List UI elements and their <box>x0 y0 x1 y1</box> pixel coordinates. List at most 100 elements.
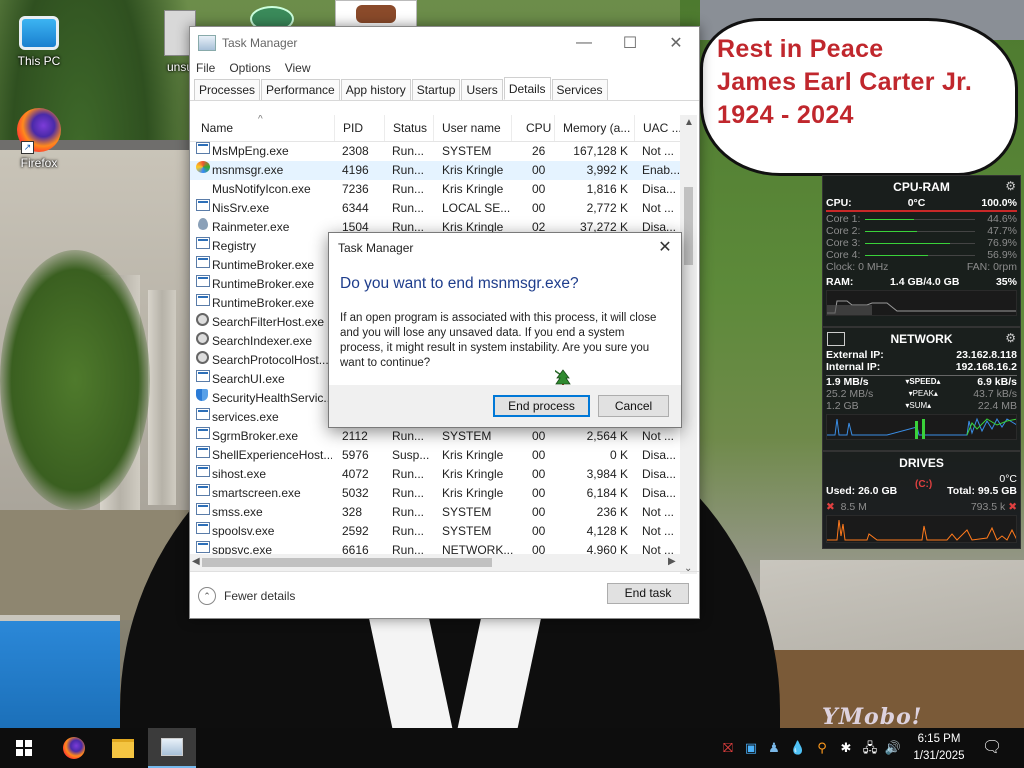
table-row[interactable]: msnmsgr.exe 4196 Run... Kris Kringle 00 3,992… <box>190 161 680 180</box>
desktop-icon-label: This PC <box>17 54 61 68</box>
scroll-right-icon[interactable]: ▶ <box>668 556 676 567</box>
window-icon <box>196 522 210 534</box>
tab-performance[interactable]: Performance <box>261 79 340 100</box>
scroll-up-icon[interactable]: ▲ <box>684 117 694 128</box>
desktop-icon-partial-reindeer[interactable] <box>335 0 417 28</box>
column-pid[interactable]: PID <box>335 115 385 141</box>
table-row[interactable]: MsMpEng.exe 2308 Run... SYSTEM 26 167,128 K No… <box>190 142 680 161</box>
memorial-line-2: James Earl Carter Jr. <box>717 68 973 96</box>
tab-users[interactable]: Users <box>461 79 503 100</box>
write-speed: 793.5 k <box>970 501 1006 513</box>
window-icon <box>196 541 210 553</box>
column-uac[interactable]: UAC ... <box>635 115 680 141</box>
menu-file[interactable]: File <box>196 58 215 78</box>
search-icon[interactable]: ⚲ <box>813 739 831 757</box>
tray-people-icon[interactable]: ♟ <box>765 739 783 757</box>
desktop-icon-firefox[interactable]: ↗ Firefox <box>4 108 74 170</box>
tray-monitor-icon[interactable]: ▣ <box>742 739 760 757</box>
scroll-thumb[interactable] <box>202 558 492 567</box>
start-button[interactable] <box>0 728 48 768</box>
menu-options[interactable]: Options <box>229 58 270 78</box>
sum-down: 1.2 GB <box>826 400 859 412</box>
read-speed: 8.5 M <box>840 501 867 513</box>
cell-mem: 2,564 K <box>586 429 628 443</box>
core-label: Core 2: <box>826 225 861 237</box>
fewer-details-button[interactable]: ⌃ Fewer details <box>198 587 295 605</box>
end-process-button[interactable]: End process <box>493 395 590 417</box>
table-row[interactable]: NisSrv.exe 6344 Run... LOCAL SE... 00 2,772 K… <box>190 199 680 218</box>
drive-graph <box>826 515 1017 543</box>
table-row[interactable]: sihost.exe 4072 Run... Kris Kringle 00 3,984 … <box>190 465 680 484</box>
tab-details[interactable]: Details <box>503 77 551 100</box>
notifications-icon[interactable]: 🗨 <box>982 739 1002 757</box>
table-row[interactable]: ShellExperienceHost.... 5976 Susp... Kris K… <box>190 446 680 465</box>
network-gadget[interactable]: ⚙ NETWORK External IP: 23.162.8.118 Inte… <box>822 327 1021 451</box>
tab-app-history[interactable]: App history <box>340 79 411 100</box>
cell-cpu: 00 <box>532 486 546 500</box>
close-icon[interactable]: ✕ <box>649 233 681 263</box>
taskbar-file-explorer[interactable] <box>99 728 147 768</box>
cell-user: LOCAL SE... <box>442 201 511 215</box>
cell-cpu: 00 <box>532 448 546 462</box>
taskbar-firefox[interactable] <box>50 728 98 768</box>
core-list: Core 1: 44.6% Core 2: 47.7% Core 3: 76.9% Core… <box>823 213 1020 261</box>
gear-icon[interactable]: ⚙ <box>1005 331 1016 345</box>
menu-view[interactable]: View <box>285 58 311 78</box>
messenger-icon <box>196 161 210 173</box>
column-cpu[interactable]: CPU <box>512 115 555 141</box>
column-name[interactable]: ^ Name <box>190 115 335 141</box>
internal-ip: 192.168.16.2 <box>955 361 1017 373</box>
cell-status: Susp... <box>392 448 430 462</box>
system-clock[interactable]: 6:15 PM 1/31/2025 <box>900 731 978 765</box>
external-ip: 23.162.8.118 <box>956 349 1017 361</box>
cell-name: RuntimeBroker.exe <box>212 258 315 272</box>
computer-icon <box>19 16 59 50</box>
cell-mem: 3,984 K <box>586 467 628 481</box>
column-memory[interactable]: Memory (a... <box>555 115 635 141</box>
tab-services[interactable]: Services <box>551 79 608 100</box>
scroll-left-icon[interactable]: ◀ <box>192 556 200 567</box>
cell-uac: Disa... <box>642 448 677 462</box>
end-task-button[interactable]: End task <box>607 583 689 604</box>
drives-gadget[interactable]: DRIVES 0°C (C:) Used: 26.0 GB Total: 99.… <box>822 451 1021 549</box>
close-button[interactable]: ✕ <box>653 27 699 58</box>
scroll-thumb[interactable] <box>684 187 693 265</box>
maximize-button[interactable]: ☐ <box>607 27 653 58</box>
tray-app-icon[interactable]: ⛝ <box>719 739 737 757</box>
horizontal-scrollbar[interactable]: ◀ ▶ <box>190 554 680 571</box>
drive-total: Total: 99.5 GB <box>947 485 1017 497</box>
table-row[interactable]: smss.exe 328 Run... SYSTEM 00 236 K Not ... <box>190 503 680 522</box>
window-icon <box>196 294 210 306</box>
drive-used: Used: 26.0 GB <box>826 485 898 497</box>
tab-strip: Processes Performance App history Startu… <box>190 77 699 101</box>
search-process-icon <box>196 313 209 326</box>
rainmeter-icon[interactable]: 💧 <box>789 739 807 757</box>
desktop-icon-this-pc[interactable]: This PC <box>4 10 74 68</box>
table-row[interactable]: smartscreen.exe 5032 Run... Kris Kringle 00 6… <box>190 484 680 503</box>
table-row[interactable]: MusNotifyIcon.exe 7236 Run... Kris Kringle 0… <box>190 180 680 199</box>
taskbar-task-manager[interactable] <box>148 728 196 768</box>
cpu-ram-gadget[interactable]: ⚙ CPU-RAM CPU: 0°C 100.0% Core 1: 44.6% Co… <box>822 175 1021 327</box>
minimize-button[interactable]: — <box>561 27 607 58</box>
column-user[interactable]: User name <box>434 115 512 141</box>
column-status[interactable]: Status <box>385 115 434 141</box>
cell-user: Kris Kringle <box>442 182 504 196</box>
gear-icon[interactable]: ⚙ <box>1005 179 1016 193</box>
table-row[interactable]: SgrmBroker.exe 2112 Run... SYSTEM 00 2,564 K N… <box>190 427 680 446</box>
cell-name: services.exe <box>212 410 279 424</box>
core-row: Core 4: 56.9% <box>823 249 1020 261</box>
tray-snowflake-icon[interactable]: ✱ <box>837 739 855 757</box>
tab-processes[interactable]: Processes <box>194 79 261 100</box>
window-icon <box>196 503 210 515</box>
end-process-dialog[interactable]: Task Manager ✕ Do you want to end msnmsg… <box>328 232 682 428</box>
vertical-scrollbar[interactable]: ▲ ⌄ <box>680 115 697 574</box>
table-row[interactable]: spoolsv.exe 2592 Run... SYSTEM 00 4,128 K Not … <box>190 522 680 541</box>
cancel-button[interactable]: Cancel <box>598 395 669 417</box>
window-icon <box>196 484 210 496</box>
cell-mem: 236 K <box>596 505 628 519</box>
network-icon[interactable]: 🖧 <box>861 739 879 757</box>
cell-status: Run... <box>392 182 425 196</box>
title-bar[interactable]: Task Manager — ☐ ✕ <box>190 27 699 58</box>
memorial-line-3: 1924 - 2024 <box>717 101 854 129</box>
tab-startup[interactable]: Startup <box>411 79 461 100</box>
